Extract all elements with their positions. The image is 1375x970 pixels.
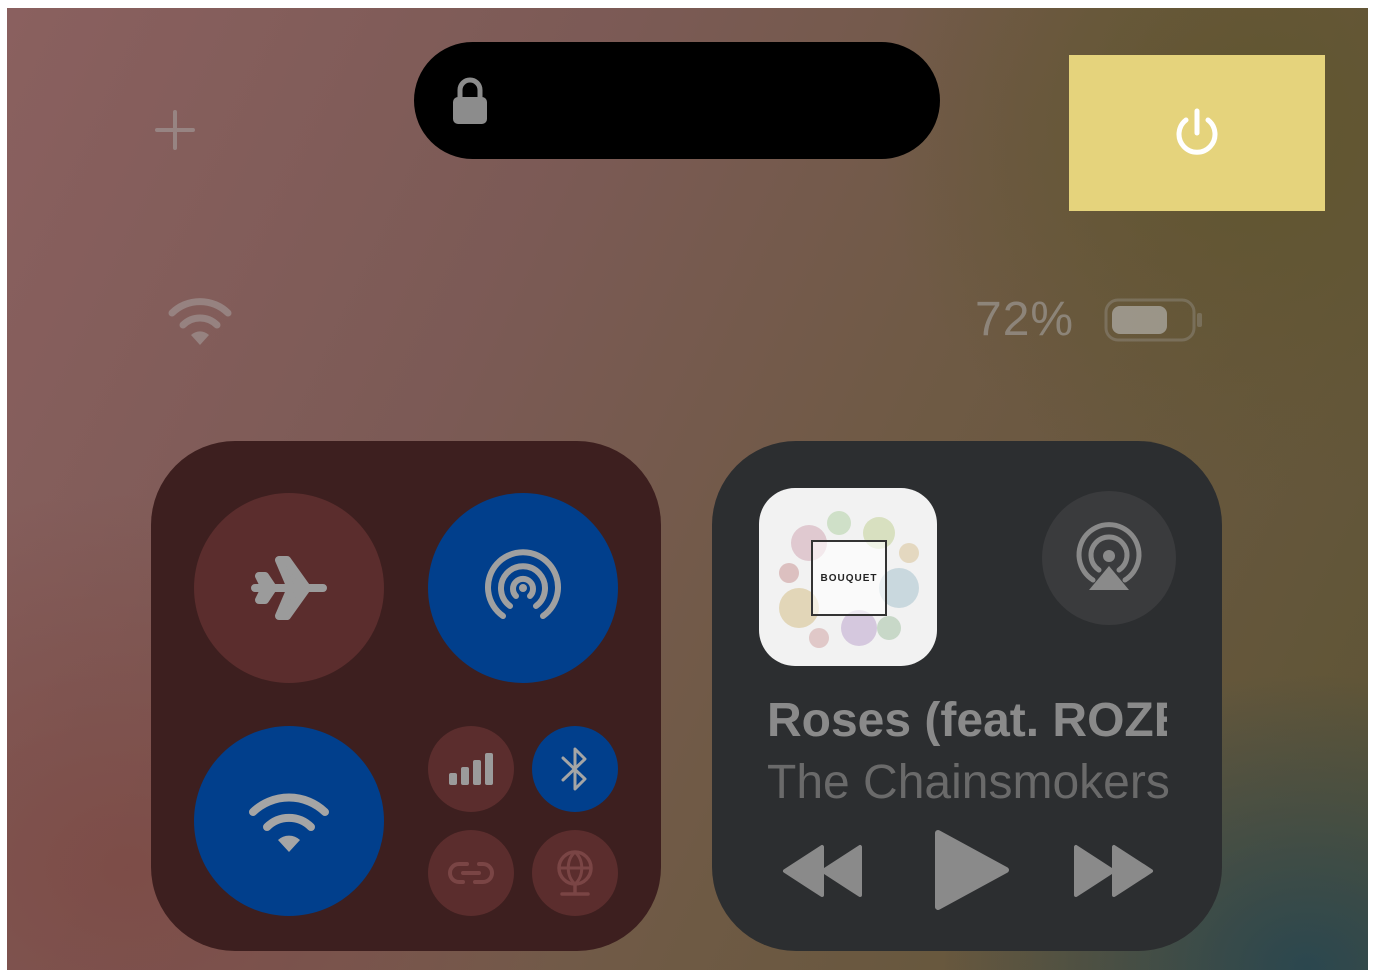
airplay-button[interactable] [1042,491,1176,625]
album-artwork[interactable]: BOUQUET [759,488,937,666]
play-button[interactable] [932,829,1012,911]
cellular-data-toggle[interactable] [428,726,514,812]
personal-hotspot-toggle[interactable] [428,830,514,916]
hotspot-icon [448,862,494,884]
forward-icon [1074,845,1153,897]
wifi-icon [249,793,329,852]
control-center: 72% BOUQUET Roses (feat. ROZ The Chainsm… [7,8,1368,970]
vpn-toggle[interactable] [532,830,618,916]
airplane-mode-toggle[interactable] [194,493,384,683]
bluetooth-icon [561,747,587,791]
connectivity-panel [151,441,661,951]
bluetooth-toggle[interactable] [532,726,618,812]
wifi-toggle[interactable] [194,726,384,916]
power-button[interactable] [1069,55,1325,211]
now-playing-panel: BOUQUET Roses (feat. ROZES) The Chainsmo… [712,441,1222,951]
add-control-button[interactable] [147,102,203,158]
next-track-button[interactable] [1072,843,1154,899]
power-icon [1176,108,1218,155]
album-title-box: BOUQUET [811,540,887,616]
plus-icon [155,110,195,150]
airdrop-icon [485,549,561,619]
cellular-signal-icon [449,753,493,785]
airplay-audio-icon [1076,522,1142,590]
song-artist: The Chainsmokers [767,756,1170,809]
song-title: Roses (feat. ROZES) [767,694,1167,747]
dynamic-island [414,42,940,159]
backward-icon [783,845,862,897]
battery-percentage: 72% [975,293,1075,346]
wifi-status-icon [168,298,232,345]
vpn-globe-icon [557,850,593,896]
battery-icon [1104,298,1202,342]
play-icon [935,830,1009,910]
airdrop-toggle[interactable] [428,493,618,683]
airplane-icon [251,556,327,620]
previous-track-button[interactable] [782,843,864,899]
lock-icon [453,77,487,124]
